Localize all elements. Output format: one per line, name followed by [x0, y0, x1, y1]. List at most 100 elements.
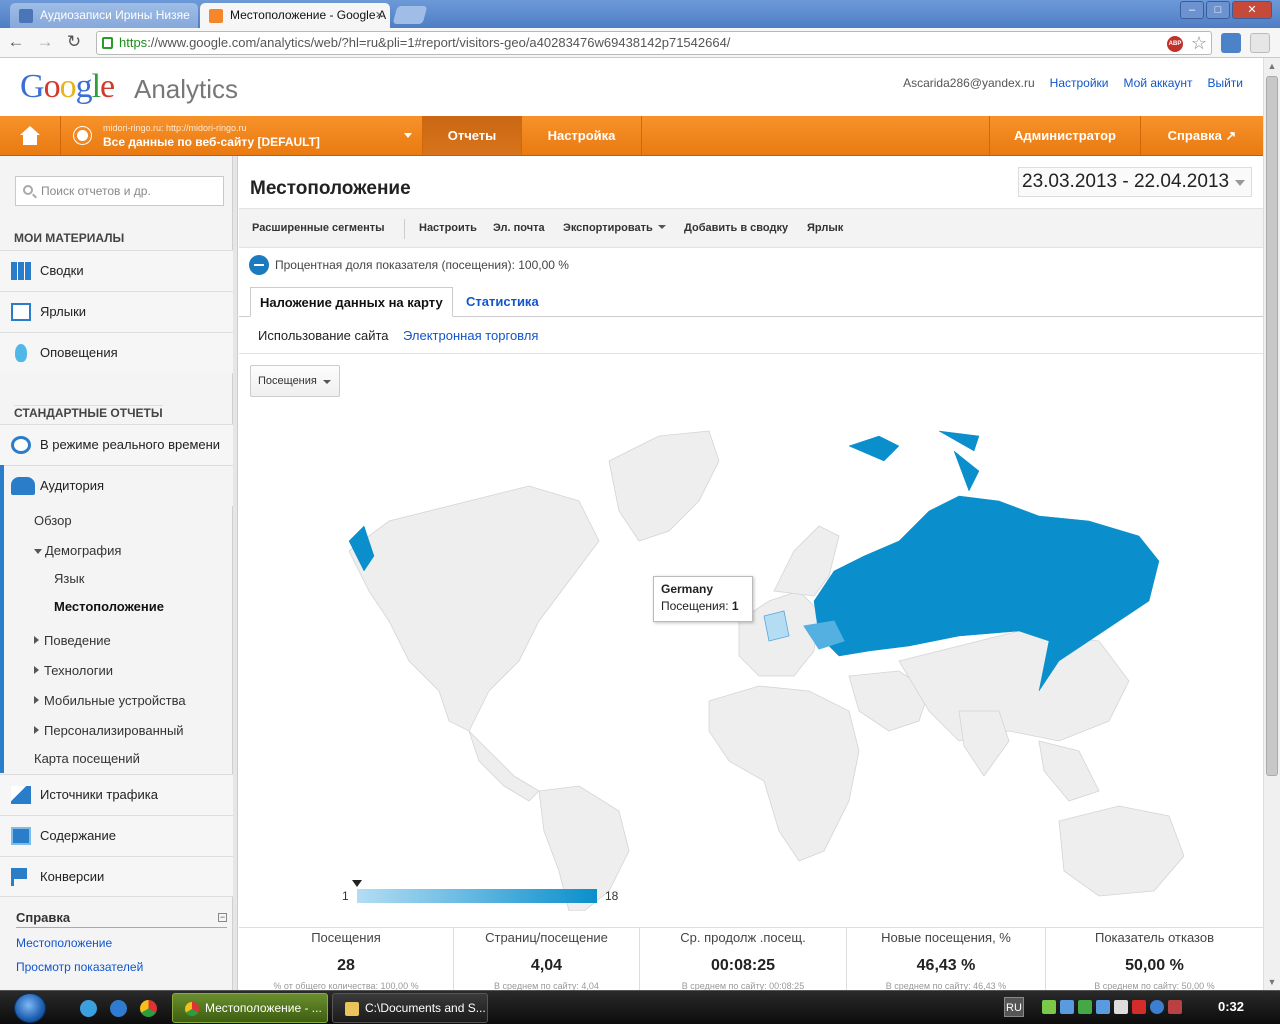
map-tooltip: Germany Посещения: 1 — [653, 576, 753, 622]
adblock-icon[interactable]: ABP — [1167, 36, 1183, 52]
scroll-thumb[interactable] — [1266, 76, 1278, 776]
sidebar-item-dashboards[interactable]: Сводки — [0, 250, 233, 291]
url-rest: ://www.google.com/analytics/web/?hl=ru&p… — [147, 35, 731, 50]
scroll-up-icon[interactable]: ▲ — [1264, 58, 1280, 74]
sidebar-item-content[interactable]: Содержание — [0, 815, 233, 856]
close-window-icon[interactable]: ✕ — [1232, 1, 1272, 19]
collapse-icon[interactable]: − — [218, 913, 227, 922]
map-germany — [763, 610, 790, 642]
network-icon[interactable] — [1096, 1000, 1110, 1014]
wrench-icon[interactable] — [1250, 33, 1270, 53]
subtab-ecommerce[interactable]: Электронная торговля — [403, 328, 538, 343]
standard-reports-heading: СТАНДАРТНЫЕ ОТЧЕТЫ — [14, 405, 163, 420]
summary-label: Посещения — [311, 930, 381, 945]
help-link-metrics[interactable]: Просмотр показателей — [16, 960, 143, 974]
sidebar-item-location[interactable]: Местоположение — [54, 599, 164, 614]
address-bar[interactable]: https://www.google.com/analytics/web/?hl… — [96, 31, 1212, 55]
settings-link[interactable]: Настройки — [1050, 76, 1109, 90]
summary-label: Показатель отказов — [1094, 930, 1215, 945]
sidebar-item-language[interactable]: Язык — [54, 571, 84, 586]
sidebar-item-label: Содержание — [40, 828, 116, 843]
sidebar-item-custom[interactable]: Персонализированный — [34, 723, 184, 738]
tab-reports[interactable]: Отчеты — [423, 116, 522, 155]
new-tab-button[interactable] — [392, 6, 428, 24]
report-search-input[interactable]: Поиск отчетов и др. — [15, 176, 224, 206]
ati-icon[interactable] — [1132, 1000, 1146, 1014]
maximize-icon[interactable]: □ — [1206, 1, 1230, 19]
tray-icon[interactable] — [1042, 1000, 1056, 1014]
tray-icon[interactable] — [1168, 1000, 1182, 1014]
sidebar-item-realtime[interactable]: В режиме реального времени — [0, 424, 233, 465]
sidebar-item-shortcuts[interactable]: Ярлыки — [0, 291, 233, 332]
sidebar-item-technology[interactable]: Технологии — [34, 663, 113, 678]
date-range-picker[interactable]: 23.03.2013 - 22.04.2013 — [1018, 167, 1252, 197]
summary-bounce-rate: Показатель отказов 50,00 % В среднем по … — [1046, 928, 1263, 990]
tab-map-overlay[interactable]: Наложение данных на карту — [250, 287, 453, 317]
tab-setup[interactable]: Настройка — [522, 116, 642, 155]
language-indicator[interactable]: RU — [1004, 997, 1024, 1017]
sidebar-item-label: Оповещения — [40, 345, 118, 360]
sidebar-item-visitors-flow[interactable]: Карта посещений — [34, 751, 140, 766]
subtab-site-usage[interactable]: Использование сайта — [258, 328, 389, 343]
add-to-dashboard-button[interactable]: Добавить в сводку — [684, 222, 788, 234]
sidebar-item-alerts[interactable]: Оповещения — [0, 332, 233, 373]
taskbar-explorer-window[interactable]: C:\Documents and S... — [332, 993, 488, 1023]
my-account-link[interactable]: Мой аккаунт — [1124, 76, 1193, 90]
sidebar-item-mobile[interactable]: Мобильные устройства — [34, 693, 186, 708]
network-icon[interactable] — [1060, 1000, 1074, 1014]
reload-icon[interactable]: ↻ — [63, 33, 85, 53]
shortcut-button[interactable]: Ярлык — [807, 222, 843, 234]
browser-tab-analytics[interactable]: Местоположение - Google A × — [200, 3, 390, 28]
search-icon — [23, 185, 33, 195]
email-button[interactable]: Эл. почта — [493, 222, 545, 234]
explorer-subtabs: Использование сайта Электронная торговля — [239, 318, 1263, 354]
scroll-down-icon[interactable]: ▼ — [1264, 974, 1280, 990]
qip-icon[interactable] — [110, 1000, 127, 1017]
minimize-icon[interactable]: – — [1180, 1, 1204, 19]
customize-button[interactable]: Настроить — [419, 222, 477, 234]
taskbar-chrome-window[interactable]: Местоположение - ... — [172, 993, 328, 1023]
metric-select-value: Посещения — [258, 375, 317, 387]
bookmark-star-icon[interactable]: ☆ — [1191, 32, 1207, 54]
sidebar-item-traffic-sources[interactable]: Источники трафика — [0, 774, 233, 815]
logo-letter: o — [43, 68, 61, 105]
forward-icon[interactable]: → — [34, 33, 56, 53]
sidebar-item-audience[interactable]: Аудитория — [0, 465, 233, 506]
logout-link[interactable]: Выйти — [1207, 76, 1243, 90]
start-button[interactable] — [14, 993, 46, 1023]
back-icon[interactable]: ← — [5, 33, 27, 53]
browser-tab-audio[interactable]: Аудиозаписи Ирины Низяе — [10, 3, 198, 28]
sidebar-item-overview[interactable]: Обзор — [34, 513, 72, 528]
advanced-segments-button[interactable]: Расширенные сегменты — [252, 222, 385, 234]
help-link-location[interactable]: Местоположение — [16, 936, 112, 950]
account-selector[interactable]: midori-ringo.ru: http://midori-ringo.ru … — [61, 116, 423, 155]
skype-icon[interactable] — [80, 1000, 97, 1017]
sidebar-item-label: Персонализированный — [44, 723, 184, 738]
extension-icon[interactable] — [1221, 33, 1241, 53]
sidebar-item-behavior[interactable]: Поведение — [34, 633, 111, 648]
tab-help[interactable]: Справка ↗ — [1141, 116, 1263, 155]
sidebar-item-label: Демография — [45, 543, 122, 558]
segment-share-text: Процентная доля показателя (посещения): … — [275, 258, 569, 272]
export-button[interactable]: Экспортировать — [563, 222, 666, 234]
close-tab-icon[interactable]: × — [375, 7, 383, 22]
tab-admin[interactable]: Администратор — [989, 116, 1141, 155]
map-africa — [708, 685, 860, 862]
legend-max: 18 — [605, 889, 619, 903]
legend-marker-icon — [352, 880, 362, 887]
lock-icon — [102, 37, 113, 49]
google-logo[interactable]: Google — [20, 68, 115, 106]
sidebar-item-conversions[interactable]: Конверсии — [0, 856, 233, 897]
tray-icon[interactable] — [1078, 1000, 1092, 1014]
tab-statistics[interactable]: Статистика — [457, 287, 548, 317]
summary-value: 28 — [337, 957, 355, 974]
chrome-icon[interactable] — [140, 1000, 157, 1017]
summary-sub: % от общего количества: 100,00 % — [273, 981, 419, 990]
home-button[interactable] — [0, 116, 61, 155]
triangle-right-icon — [34, 696, 39, 704]
world-map[interactable] — [239, 391, 1263, 911]
sidebar-item-demographics[interactable]: Демография — [34, 543, 121, 558]
page-scrollbar[interactable]: ▲ ▼ — [1263, 58, 1280, 990]
volume-icon[interactable] — [1114, 1000, 1128, 1014]
tray-icon[interactable] — [1150, 1000, 1164, 1014]
